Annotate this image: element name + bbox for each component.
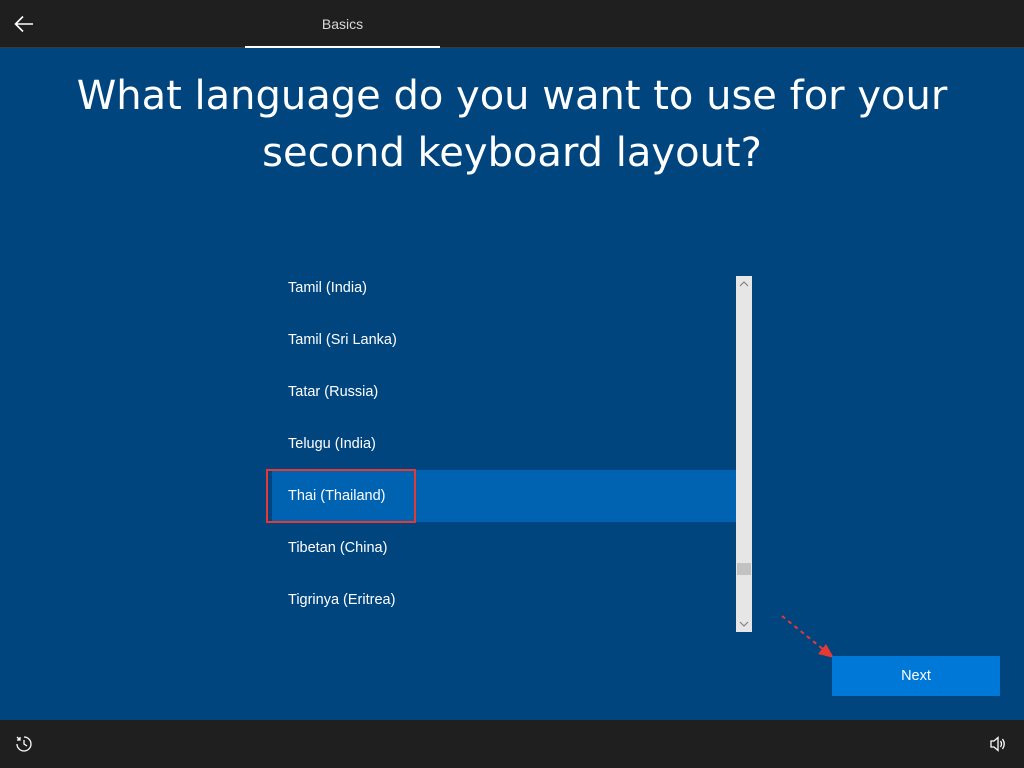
list-item-telugu-india[interactable]: Telugu (India) (272, 418, 736, 470)
list-item-tibetan-china[interactable]: Tibetan (China) (272, 522, 736, 574)
back-button[interactable] (8, 8, 40, 40)
tab-basics: Basics (245, 0, 440, 48)
volume-icon (990, 736, 1005, 752)
chevron-down-icon (739, 621, 749, 627)
list-item-tamil-india[interactable]: Tamil (India) (272, 262, 736, 314)
ease-of-access-button[interactable] (12, 732, 36, 756)
chevron-up-icon (739, 281, 749, 287)
scroll-up-button[interactable] (736, 276, 752, 292)
page-title-line-1: What language do you want to use for you… (76, 73, 948, 119)
list-item-tamil-sri-lanka[interactable]: Tamil (Sri Lanka) (272, 314, 736, 366)
tab-basics-label: Basics (321, 16, 364, 32)
list-item-thai-thailand[interactable]: Thai (Thailand) (272, 470, 736, 522)
top-bar: Basics (0, 0, 1024, 48)
volume-button[interactable] (986, 732, 1010, 756)
list-item-tigrinya-eritrea[interactable]: Tigrinya (Eritrea) (272, 574, 736, 626)
annotation-arrow-icon (781, 615, 834, 658)
list-item-tatar-russia[interactable]: Tatar (Russia) (272, 366, 736, 418)
language-list[interactable]: Tamil (India) Tamil (Sri Lanka) Tatar (R… (272, 262, 736, 626)
tab-active-indicator (245, 46, 440, 48)
list-scrollbar[interactable] (736, 276, 752, 632)
bottom-bar (0, 720, 1024, 768)
scroll-thumb[interactable] (737, 563, 751, 576)
ease-of-access-icon (16, 736, 32, 752)
page-title-line-2: second keyboard layout? (262, 130, 762, 176)
back-arrow-icon (14, 15, 33, 33)
page-title: What language do you want to use for you… (0, 68, 1024, 182)
scroll-down-button[interactable] (736, 616, 752, 632)
next-button[interactable]: Next (832, 656, 1000, 696)
